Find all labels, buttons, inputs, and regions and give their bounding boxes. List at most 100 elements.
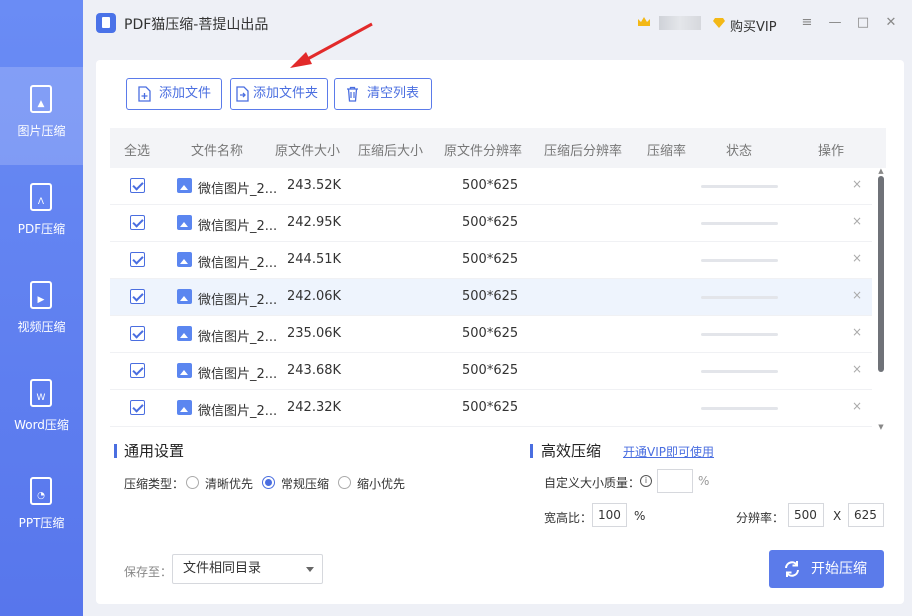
advanced-settings-title: 高效压缩 <box>541 442 602 460</box>
row-checkbox[interactable] <box>130 252 145 267</box>
sidebar-item-pdf-compress[interactable]: ᐱ PDF压缩 <box>0 165 83 263</box>
clear-list-button[interactable]: 清空列表 <box>334 78 432 110</box>
original-resolution: 500*625 <box>462 289 519 304</box>
list-scrollbar[interactable]: ▲ ▼ <box>876 168 886 431</box>
image-file-icon <box>177 215 192 230</box>
original-resolution: 500*625 <box>462 400 519 415</box>
sidebar-item-image-compress[interactable]: ▲ 图片压缩 <box>0 67 83 165</box>
section-accent <box>530 444 533 458</box>
save-location-value: 文件相同目录 <box>183 561 262 576</box>
ppt-file-icon: ◔ <box>30 477 52 505</box>
row-checkbox[interactable] <box>130 400 145 415</box>
table-row[interactable]: 微信图片_2... 242.95K 500*625 × <box>110 205 872 242</box>
table-row[interactable]: 微信图片_2... 242.06K 500*625 × <box>110 279 872 316</box>
resolution-separator: X <box>833 509 842 523</box>
quality-input[interactable] <box>657 469 693 493</box>
add-file-icon <box>138 86 151 102</box>
file-name: 微信图片_2... <box>198 367 278 382</box>
minimize-button[interactable]: — <box>826 14 844 32</box>
status-progress <box>701 296 778 299</box>
delete-row-icon[interactable]: × <box>852 288 862 302</box>
image-file-icon <box>177 252 192 267</box>
table-row[interactable]: 微信图片_2... 242.32K 500*625 × <box>110 390 872 427</box>
pdf-file-icon: ᐱ <box>30 183 52 211</box>
delete-row-icon[interactable]: × <box>852 399 862 413</box>
resolution-width-input[interactable] <box>788 503 824 527</box>
main-panel: 添加文件 添加文件夹 清空列表 全选 文件名称 原文件大小 压缩后大小 原文件分… <box>96 60 904 604</box>
radio-normal-compress[interactable] <box>262 476 275 489</box>
close-button[interactable]: ✕ <box>882 14 900 32</box>
delete-row-icon[interactable]: × <box>852 177 862 191</box>
original-resolution: 500*625 <box>462 252 519 267</box>
open-vip-link[interactable]: 开通VIP即可使用 <box>623 443 714 460</box>
scroll-thumb[interactable] <box>878 176 884 372</box>
delete-row-icon[interactable]: × <box>852 362 862 376</box>
file-name: 微信图片_2... <box>198 330 278 345</box>
file-name: 微信图片_2... <box>198 182 278 197</box>
table-row[interactable]: 微信图片_2... 243.68K 500*625 × <box>110 353 872 390</box>
header-original-resolution: 原文件分辨率 <box>444 144 523 159</box>
start-compress-label: 开始压缩 <box>811 561 867 577</box>
sidebar-item-word-compress[interactable]: W Word压缩 <box>0 361 83 459</box>
menu-icon[interactable]: ≡ <box>798 14 816 32</box>
sidebar-item-label: 视频压缩 <box>17 320 66 334</box>
table-row[interactable]: 微信图片_2... 243.52K 500*625 × <box>110 168 872 205</box>
scroll-up-icon[interactable]: ▲ <box>877 168 885 175</box>
radio-clarity-first[interactable] <box>186 476 199 489</box>
diamond-icon <box>713 18 725 28</box>
select-all-checkbox[interactable]: 全选 <box>124 140 150 159</box>
status-progress <box>701 407 778 410</box>
save-location-select[interactable]: 文件相同目录 <box>172 554 323 584</box>
header-compressed-resolution: 压缩后分辨率 <box>544 144 623 159</box>
image-file-icon: ▲ <box>30 85 52 113</box>
original-size: 242.32K <box>287 400 342 415</box>
add-file-button[interactable]: 添加文件 <box>126 78 222 110</box>
header-compression-rate: 压缩率 <box>647 144 687 159</box>
delete-row-icon[interactable]: × <box>852 325 862 339</box>
trash-icon <box>347 86 358 102</box>
image-file-icon <box>177 289 192 304</box>
sidebar-item-ppt-compress[interactable]: ◔ PPT压缩 <box>0 459 83 557</box>
start-compress-button[interactable]: 开始压缩 <box>769 550 884 588</box>
status-progress <box>701 222 778 225</box>
sidebar-item-video-compress[interactable]: ▶ 视频压缩 <box>0 263 83 361</box>
compress-type-label: 压缩类型： <box>124 477 185 491</box>
maximize-button[interactable]: □ <box>854 14 872 32</box>
add-folder-button[interactable]: 添加文件夹 <box>230 78 328 110</box>
status-progress <box>701 259 778 262</box>
original-size: 243.68K <box>287 363 342 378</box>
username[interactable] <box>659 16 701 30</box>
info-icon[interactable]: i <box>640 475 652 487</box>
chevron-down-icon <box>306 567 314 572</box>
sidebar-item-label: PPT压缩 <box>18 516 65 530</box>
scroll-down-icon[interactable]: ▼ <box>877 424 885 431</box>
table-row[interactable]: 微信图片_2... 244.51K 500*625 × <box>110 242 872 279</box>
radio-smaller-first[interactable] <box>338 476 351 489</box>
image-file-icon <box>177 326 192 341</box>
row-checkbox[interactable] <box>130 326 145 341</box>
word-file-icon: W <box>30 379 52 407</box>
row-checkbox[interactable] <box>130 215 145 230</box>
resolution-height-input[interactable] <box>848 503 884 527</box>
buy-vip-link[interactable]: 购买VIP <box>730 16 777 35</box>
sidebar-item-label: 图片压缩 <box>17 124 66 138</box>
row-checkbox[interactable] <box>130 363 145 378</box>
option-normal-compress[interactable]: 常规压缩 <box>281 475 329 492</box>
row-checkbox[interactable] <box>130 178 145 193</box>
aspect-ratio-input[interactable] <box>592 503 627 527</box>
delete-row-icon[interactable]: × <box>852 251 862 265</box>
file-name: 微信图片_2... <box>198 219 278 234</box>
original-size: 242.06K <box>287 289 342 304</box>
file-name: 微信图片_2... <box>198 404 278 419</box>
custom-quality-label: 自定义大小质量： <box>544 476 641 490</box>
file-name: 微信图片_2... <box>198 293 278 308</box>
status-progress <box>701 185 778 188</box>
row-checkbox[interactable] <box>130 289 145 304</box>
app-title: PDF猫压缩-菩提山出品 <box>124 17 269 33</box>
option-smaller-first[interactable]: 缩小优先 <box>357 475 405 492</box>
app-logo-icon <box>96 13 116 33</box>
original-size: 244.51K <box>287 252 342 267</box>
table-row[interactable]: 微信图片_2... 235.06K 500*625 × <box>110 316 872 353</box>
delete-row-icon[interactable]: × <box>852 214 862 228</box>
option-clarity-first[interactable]: 清晰优先 <box>205 475 253 492</box>
